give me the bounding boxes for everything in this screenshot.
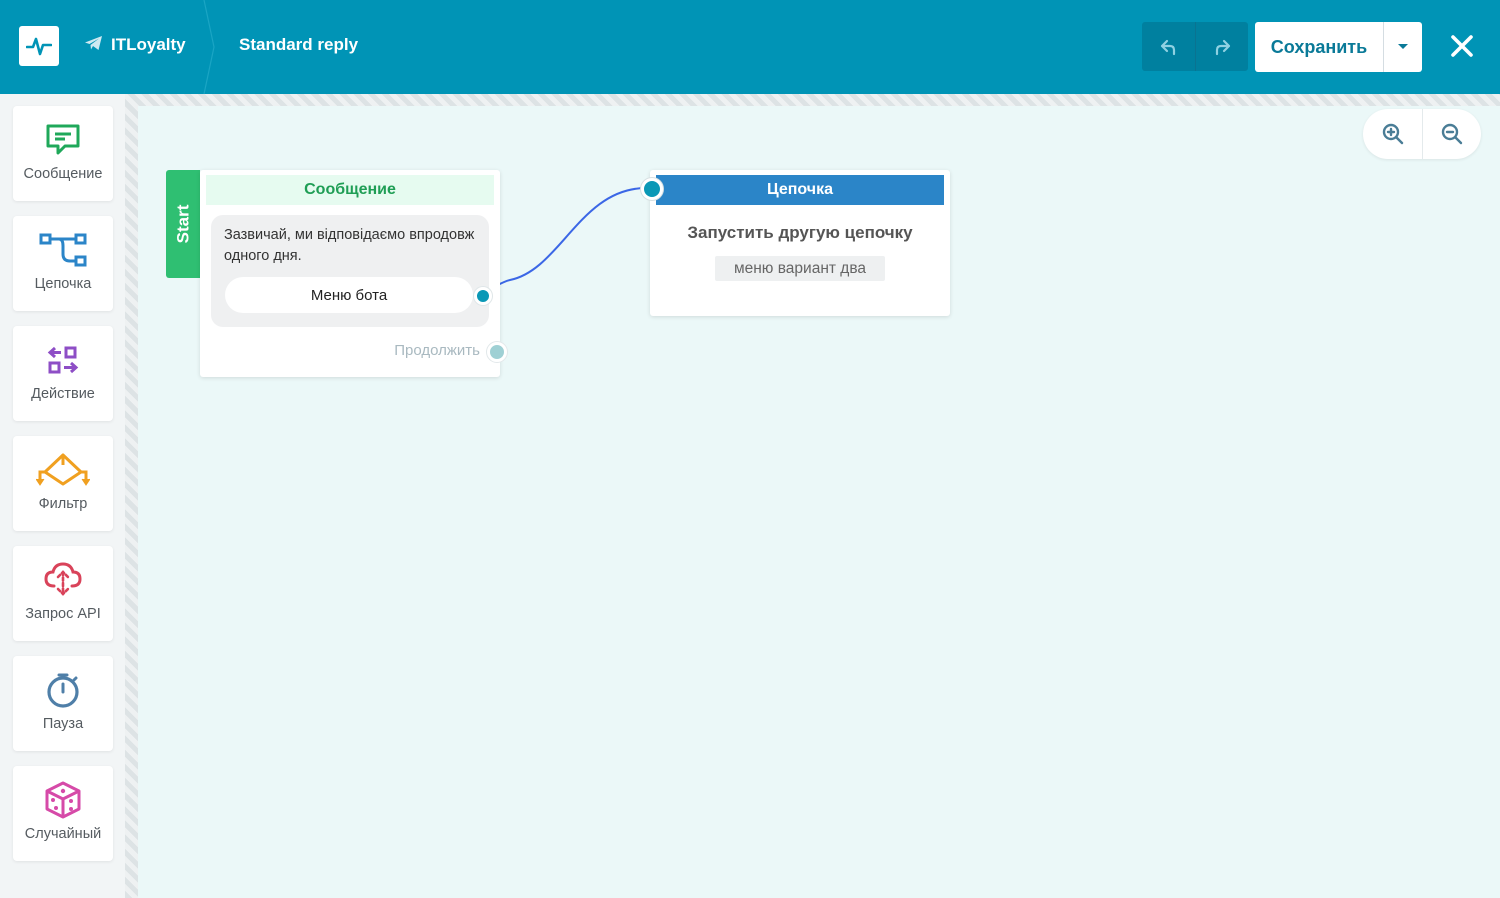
tool-chain[interactable]: Цепочка bbox=[13, 216, 113, 311]
close-icon bbox=[1451, 35, 1473, 57]
tool-chain-label: Цепочка bbox=[34, 276, 92, 292]
breadcrumb-separator bbox=[203, 0, 215, 94]
message-text: Зазвичай, ми відповідаємо впродовж одног… bbox=[224, 227, 475, 264]
redo-button[interactable] bbox=[1195, 22, 1248, 71]
caret-down-icon bbox=[1398, 44, 1408, 49]
action-icon bbox=[46, 340, 80, 380]
tool-action-label: Действие bbox=[31, 386, 95, 402]
pulse-icon[interactable] bbox=[19, 26, 59, 66]
top-bar: ITLoyalty Standard reply Сохранить bbox=[0, 0, 1500, 94]
chain-action-text: Запустить другую цепочку bbox=[687, 223, 913, 242]
button-output-port[interactable] bbox=[474, 287, 492, 305]
tool-pause[interactable]: Пауза bbox=[13, 656, 113, 751]
continue-output-port[interactable] bbox=[487, 342, 507, 362]
undo-icon bbox=[1160, 39, 1175, 55]
chain-node-title: Цепочка bbox=[656, 175, 944, 205]
tool-api[interactable]: Запрос API bbox=[13, 546, 113, 641]
project-name: ITLoyalty bbox=[111, 35, 186, 54]
chain-icon bbox=[39, 230, 87, 270]
chain-node[interactable]: Цепочка Запустить другую цепочку меню ва… bbox=[650, 170, 950, 316]
start-label: Start bbox=[173, 204, 193, 244]
chain-target-tag: меню вариант два bbox=[715, 256, 885, 281]
save-dropdown-button[interactable] bbox=[1383, 22, 1422, 72]
history-controls bbox=[1142, 22, 1248, 71]
filter-icon bbox=[36, 450, 90, 490]
tool-action[interactable]: Действие bbox=[13, 326, 113, 421]
zoom-out-icon bbox=[1441, 123, 1463, 145]
dice-icon bbox=[43, 780, 83, 820]
message-bubble[interactable]: Зазвичай, ми відповідаємо впродовж одног… bbox=[211, 215, 492, 327]
continue-label: Продолжить bbox=[394, 342, 480, 359]
start-badge: Start bbox=[166, 170, 200, 278]
save-group: Сохранить bbox=[1255, 22, 1422, 72]
close-button[interactable] bbox=[1444, 28, 1480, 64]
undo-button[interactable] bbox=[1142, 22, 1195, 71]
tool-api-label: Запрос API bbox=[25, 606, 101, 622]
tool-random-label: Случайный bbox=[24, 826, 102, 842]
tool-filter[interactable]: Фильтр bbox=[13, 436, 113, 531]
telegram-icon bbox=[84, 35, 103, 56]
message-node[interactable]: Сообщение Зазвичай, ми відповідаємо впро… bbox=[200, 170, 500, 377]
tool-message-label: Сообщение bbox=[23, 166, 103, 182]
canvas-top-border bbox=[125, 94, 1500, 106]
zoom-controls bbox=[1363, 109, 1481, 159]
page-title: Standard reply bbox=[239, 35, 359, 54]
tool-random[interactable]: Случайный bbox=[13, 766, 113, 861]
timer-icon bbox=[45, 670, 81, 710]
chain-input-port[interactable] bbox=[641, 178, 663, 200]
breadcrumb-project[interactable]: ITLoyalty bbox=[84, 33, 186, 57]
api-icon bbox=[43, 560, 83, 600]
palette-border bbox=[125, 94, 138, 898]
message-icon bbox=[45, 120, 81, 160]
redo-icon bbox=[1215, 39, 1231, 55]
tool-pause-label: Пауза bbox=[42, 716, 84, 732]
save-button[interactable]: Сохранить bbox=[1255, 22, 1383, 72]
zoom-out-button[interactable] bbox=[1422, 109, 1481, 159]
bot-menu-button-label: Меню бота bbox=[310, 286, 388, 304]
tool-message[interactable]: Сообщение bbox=[13, 106, 113, 201]
tool-filter-label: Фильтр bbox=[38, 496, 88, 512]
bot-menu-button[interactable]: Меню бота bbox=[225, 277, 492, 313]
message-node-title: Сообщение bbox=[206, 175, 494, 205]
zoom-in-icon bbox=[1382, 123, 1403, 145]
zoom-in-button[interactable] bbox=[1363, 109, 1422, 159]
